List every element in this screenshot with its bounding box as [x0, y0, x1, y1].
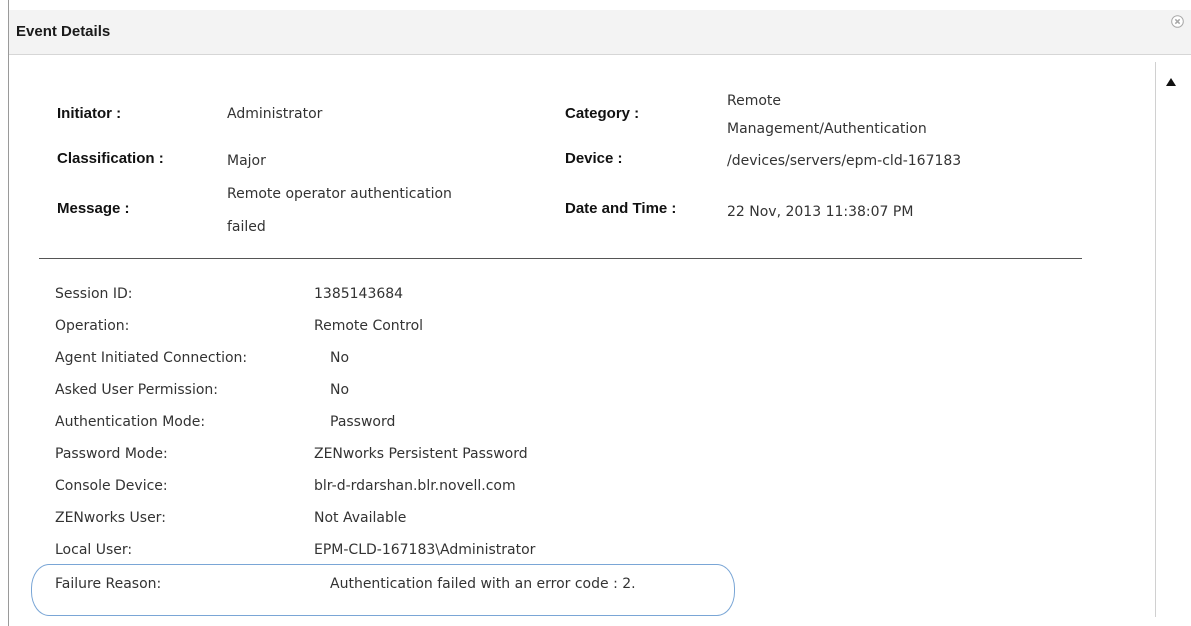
category-value-line2: Management/Authentication — [727, 121, 927, 137]
failure-reason-label: Failure Reason: — [55, 576, 162, 592]
message-label: Message : — [57, 200, 130, 217]
failure-reason-value: Authentication failed with an error code… — [330, 576, 636, 592]
property-label: Asked User Permission: — [55, 382, 219, 398]
message-value-line2: failed — [227, 219, 266, 235]
initiator-label: Initiator : — [57, 105, 122, 122]
property-value: blr-d-rdarshan.blr.novell.com — [314, 478, 516, 494]
property-value: Not Available — [314, 510, 407, 526]
property-label: Authentication Mode: — [55, 414, 206, 430]
property-value: Password — [330, 414, 396, 430]
dialog-titlebar: Event Details — [9, 10, 1191, 55]
category-label: Category : — [565, 105, 640, 122]
property-value: Remote Control — [314, 318, 424, 334]
property-label: Password Mode: — [55, 446, 168, 462]
section-divider — [39, 258, 1082, 259]
property-label: Agent Initiated Connection: — [55, 350, 248, 366]
datetime-value: 22 Nov, 2013 11:38:07 PM — [727, 204, 914, 220]
datetime-label: Date and Time : — [565, 200, 677, 217]
message-value-line1: Remote operator authentication — [227, 186, 452, 202]
vertical-scrollbar[interactable] — [1155, 62, 1156, 617]
property-value: ZENworks Persistent Password — [314, 446, 528, 462]
initiator-value: Administrator — [227, 106, 323, 122]
property-value: No — [330, 382, 350, 398]
property-label: Operation: — [55, 318, 130, 334]
classification-value: Major — [227, 153, 266, 169]
property-label: ZENworks User: — [55, 510, 166, 526]
dialog-title: Event Details — [16, 23, 111, 40]
event-details-dialog: Event Details Initiator : Administrator … — [0, 0, 1191, 626]
classification-label: Classification : — [57, 150, 164, 167]
property-value: EPM-CLD-167183\Administrator — [314, 542, 536, 558]
property-label: Session ID: — [55, 286, 133, 302]
close-icon[interactable] — [1171, 13, 1184, 28]
dialog-left-border — [8, 0, 9, 626]
scroll-up-arrow-icon[interactable] — [1166, 78, 1176, 86]
property-value: No — [330, 350, 350, 366]
property-label: Local User: — [55, 542, 133, 558]
property-label: Console Device: — [55, 478, 168, 494]
device-value: /devices/servers/epm-cld-167183 — [727, 153, 962, 169]
category-value-line1: Remote — [727, 93, 782, 109]
device-label: Device : — [565, 150, 623, 167]
property-value: 1385143684 — [314, 286, 404, 302]
